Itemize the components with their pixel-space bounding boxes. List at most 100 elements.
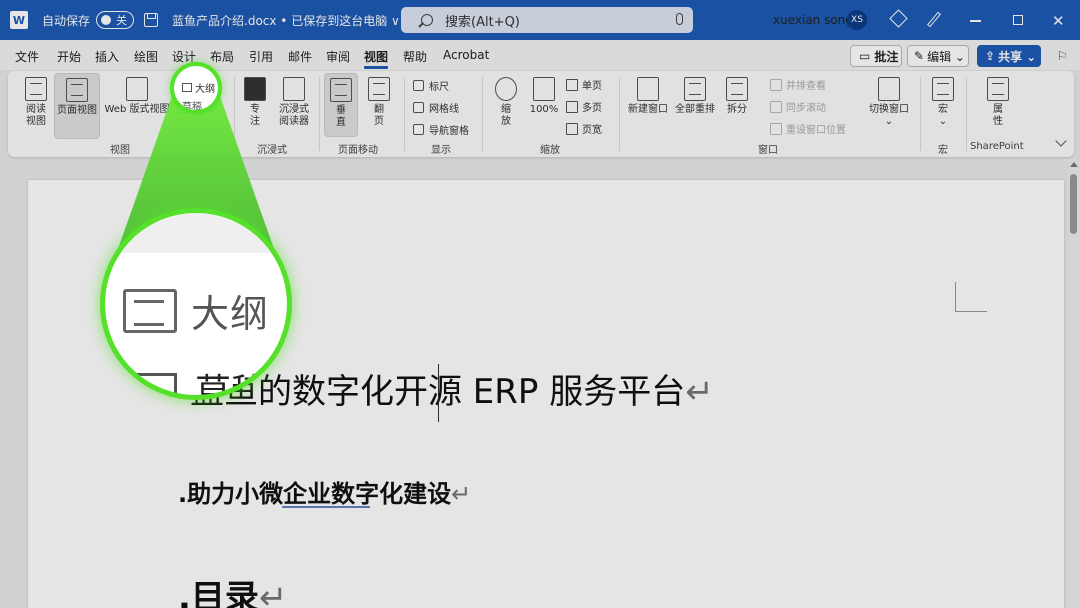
document-toc-heading[interactable]: .目录↵ — [178, 570, 287, 608]
multiple-pages-button[interactable]: 多页 — [566, 99, 602, 114]
focus-label: 专 注 — [250, 104, 260, 128]
macros-label: 宏 ⌄ — [938, 104, 948, 128]
autosave-toggle[interactable]: 关 — [96, 11, 134, 29]
focus-icon — [244, 77, 266, 101]
document-title[interactable]: 蓝鱼产品介绍.docx • 已保存到这台电脑 ∨ — [172, 12, 400, 29]
properties-button[interactable]: 属 性 — [982, 77, 1014, 128]
multiple-pages-icon — [566, 101, 578, 113]
arrange-all-button[interactable]: 全部重排 — [672, 77, 718, 116]
lens-draft-label: 草稿 — [182, 98, 202, 113]
immersive-reader-label: 沉浸式 阅读器 — [279, 104, 309, 128]
microphone-icon[interactable] — [676, 13, 683, 25]
share-button[interactable]: ⇪共享 ⌄ — [977, 45, 1041, 67]
small-magnifier-lens: 大纲 草稿 — [170, 62, 222, 114]
print-layout-button[interactable]: 页面视图 — [54, 73, 100, 139]
arrange-all-label: 全部重排 — [675, 104, 715, 116]
page-width-button[interactable]: 页宽 — [566, 121, 602, 136]
page-width-label: 页宽 — [582, 121, 602, 136]
search-icon — [421, 14, 433, 26]
zoom-100-icon — [533, 77, 555, 101]
user-name[interactable]: xuexian song — [773, 13, 853, 27]
macros-button[interactable]: 宏 ⌄ — [928, 77, 958, 128]
group-label-immersive: 沉浸式 — [257, 141, 287, 156]
book-icon — [25, 77, 47, 101]
split-button[interactable]: 拆分 — [722, 77, 752, 116]
outline-icon — [123, 289, 177, 333]
tab-acrobat[interactable]: Acrobat — [443, 48, 489, 62]
share-icon: ⇪ — [985, 49, 995, 63]
split-label: 拆分 — [727, 104, 747, 116]
nav-pane-checkbox[interactable]: 导航窗格 — [413, 122, 469, 137]
save-icon[interactable] — [144, 13, 158, 27]
gridlines-label: 网格线 — [429, 100, 459, 115]
zoom-100-button[interactable]: 100% — [526, 77, 562, 116]
tab-review[interactable]: 审阅 — [326, 48, 350, 65]
search-box[interactable]: 搜索(Alt+Q) — [401, 7, 693, 33]
zoom-100-label: 100% — [530, 104, 559, 116]
focus-button[interactable]: 专 注 — [242, 77, 268, 128]
close-icon[interactable]: ✕ — [1052, 12, 1065, 30]
globe-page-icon — [126, 77, 148, 101]
reset-window-button[interactable]: 重设窗口位置 — [770, 121, 846, 136]
one-page-icon — [566, 79, 578, 91]
side-by-side-button[interactable]: 并排查看 — [770, 77, 826, 92]
pencil-icon: ✎ — [914, 49, 924, 63]
share-label: 共享 ⌄ — [998, 48, 1036, 65]
comments-label: 批注 — [874, 48, 898, 65]
group-label-window: 窗口 — [758, 141, 778, 156]
feedback-icon[interactable]: ⚐ — [1052, 45, 1072, 67]
scroll-up-arrow-icon[interactable] — [1070, 162, 1078, 167]
tab-file[interactable]: 文件 — [15, 48, 39, 65]
sync-scroll-button[interactable]: 同步滚动 — [770, 99, 826, 114]
separator — [234, 77, 235, 151]
paragraph-mark: ↵ — [451, 480, 471, 508]
one-page-button[interactable]: 单页 — [566, 77, 602, 92]
ruler-checkbox[interactable]: 标尺 — [413, 78, 449, 93]
web-layout-button[interactable]: Web 版式视图 — [102, 77, 172, 116]
tab-draw[interactable]: 绘图 — [134, 48, 158, 65]
vertical-button[interactable]: 垂 直 — [324, 73, 358, 137]
group-label-zoom: 缩放 — [540, 141, 560, 156]
switch-windows-button[interactable]: 切换窗口 ⌄ — [866, 77, 912, 128]
editing-mode-button[interactable]: ✎编辑 ⌄ — [907, 45, 969, 67]
tab-home[interactable]: 开始 — [57, 48, 81, 65]
bullet-dot: . — [178, 578, 191, 608]
tab-insert[interactable]: 插入 — [95, 48, 119, 65]
side-to-side-button[interactable]: 翻 页 — [364, 77, 394, 128]
maximize-icon[interactable] — [1013, 15, 1023, 25]
search-placeholder: 搜索(Alt+Q) — [445, 11, 520, 30]
tab-view[interactable]: 视图 — [364, 48, 388, 65]
avatar[interactable]: XS — [847, 10, 867, 30]
nav-pane-label: 导航窗格 — [429, 122, 469, 137]
vertical-scroll-icon — [330, 78, 352, 102]
side-to-side-label: 翻 页 — [374, 104, 384, 128]
new-window-button[interactable]: 新建窗口 — [626, 77, 670, 116]
new-window-label: 新建窗口 — [628, 104, 668, 116]
switch-windows-icon — [878, 77, 900, 101]
tab-layout[interactable]: 布局 — [210, 48, 234, 65]
tab-help[interactable]: 帮助 — [403, 48, 427, 65]
side-by-side-label: 并排查看 — [786, 77, 826, 92]
separator — [619, 77, 620, 151]
subtitle-text: 助力小微企业数字化建设 — [187, 480, 451, 508]
comments-button[interactable]: ▭批注 — [850, 45, 902, 67]
autosave-state: 关 — [116, 12, 127, 28]
immersive-reader-button[interactable]: 沉浸式 阅读器 — [274, 77, 314, 128]
minimize-icon[interactable] — [970, 20, 981, 22]
gridlines-checkbox[interactable]: 网格线 — [413, 100, 459, 115]
word-app-icon[interactable]: W — [10, 11, 28, 29]
ribbon-collapse-icon[interactable] — [1055, 135, 1066, 146]
document-heading-title[interactable]: 蓝鱼的数字化开源 ERP 服务平台↵ — [190, 364, 714, 413]
group-label-show: 显示 — [431, 141, 451, 156]
tab-mailings[interactable]: 邮件 — [288, 48, 312, 65]
scroll-thumb[interactable] — [1070, 174, 1077, 234]
read-mode-button[interactable]: 阅读 视图 — [18, 77, 54, 128]
one-page-label: 单页 — [582, 77, 602, 92]
document-subtitle[interactable]: .助力小微企业数字化建设↵ — [178, 474, 471, 509]
editing-label: 编辑 ⌄ — [927, 48, 965, 65]
vertical-scrollbar[interactable] — [1068, 160, 1080, 608]
magnifier-icon — [495, 77, 517, 101]
tab-references[interactable]: 引用 — [249, 48, 273, 65]
grammar-underline — [282, 506, 370, 508]
zoom-button[interactable]: 缩 放 — [492, 77, 520, 128]
